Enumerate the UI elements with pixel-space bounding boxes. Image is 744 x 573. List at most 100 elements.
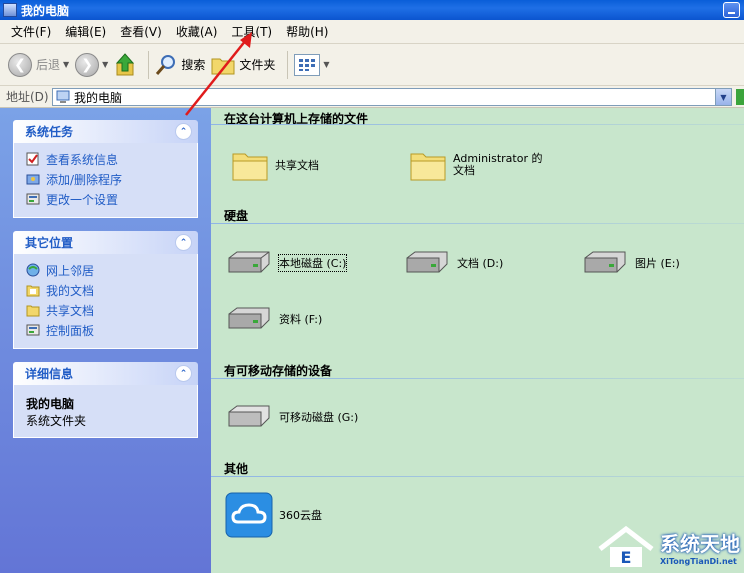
group-divider	[211, 124, 744, 125]
back-arrow-icon: ❮	[8, 52, 32, 77]
address-dropdown-icon[interactable]: ▼	[715, 89, 731, 105]
details-panel: 详细信息 ⌃ 我的电脑 系统文件夹	[13, 362, 198, 438]
address-label: 地址(D)	[6, 90, 49, 104]
item-label: Administrator 的文档	[453, 152, 543, 177]
menu-help[interactable]: 帮助(H)	[279, 23, 335, 40]
system-info-icon	[26, 152, 39, 166]
other-places-panel: 其它位置 ⌃ 网上邻居 我的文档 共享文档 控制面板	[13, 231, 198, 349]
place-my-documents[interactable]: 我的文档	[26, 280, 197, 300]
collapse-icon[interactable]: ⌃	[175, 234, 192, 251]
folders-button[interactable]: 文件夹	[211, 49, 275, 81]
go-button[interactable]	[736, 89, 744, 105]
search-label: 搜索	[181, 58, 206, 72]
place-label: 我的文档	[46, 283, 95, 298]
task-change-setting[interactable]: 更改一个设置	[26, 189, 197, 209]
panel-header[interactable]: 详细信息 ⌃	[13, 362, 198, 385]
place-label: 控制面板	[46, 323, 95, 338]
house-logo-icon: E	[598, 525, 654, 567]
collapse-icon[interactable]: ⌃	[175, 365, 192, 382]
watermark-main: 系统天地	[660, 532, 740, 556]
item-label: 共享文档	[275, 159, 319, 172]
detail-subtitle: 系统文件夹	[26, 414, 87, 428]
shared-folder-icon	[26, 305, 40, 317]
folder-item-admin-docs[interactable]: Administrator 的文档	[409, 148, 553, 182]
address-field[interactable]: 我的电脑 ▼	[52, 88, 732, 106]
task-label: 添加/删除程序	[46, 172, 123, 187]
drive-item-e[interactable]: 图片 (E:)	[581, 250, 680, 276]
views-dropdown-icon[interactable]: ▼	[323, 60, 329, 69]
menu-tools[interactable]: 工具(T)	[224, 23, 279, 40]
watermark: E 系统天地 XiTongTianDi.net	[596, 525, 740, 569]
menu-bar: 文件(F) 编辑(E) 查看(V) 收藏(A) 工具(T) 帮助(H)	[0, 20, 744, 44]
forward-dropdown-icon[interactable]: ▼	[102, 60, 108, 69]
toolbar-separator	[287, 50, 289, 79]
detail-title: 我的电脑	[26, 397, 75, 411]
task-add-remove-programs[interactable]: 添加/删除程序	[26, 169, 197, 189]
minimize-button[interactable]	[723, 2, 740, 18]
cloud-storage-icon	[225, 492, 273, 538]
item-label: 可移动磁盘 (G:)	[279, 411, 359, 424]
group-header-hard-drives: 硬盘	[224, 209, 249, 223]
up-folder-icon	[116, 52, 135, 75]
watermark-sub: XiTongTianDi.net	[660, 557, 737, 566]
menu-favorites[interactable]: 收藏(A)	[169, 23, 225, 40]
task-label: 更改一个设置	[46, 192, 119, 207]
place-shared-documents[interactable]: 共享文档	[26, 300, 197, 320]
toolbar: ❮ 后退 ▼ ❯ ▼ 搜索 文件夹 ▼	[0, 44, 744, 86]
place-label: 网上邻居	[46, 263, 95, 278]
panel-title: 详细信息	[25, 367, 74, 381]
group-divider	[211, 476, 744, 477]
title-bar: 我的电脑	[0, 0, 744, 20]
drive-item-c[interactable]: 本地磁盘 (C:)	[225, 250, 348, 276]
item-label: 文档 (D:)	[457, 257, 504, 270]
address-bar: 地址(D) 我的电脑 ▼	[0, 86, 744, 108]
folder-icon	[232, 153, 268, 181]
place-label: 共享文档	[46, 303, 95, 318]
panel-header[interactable]: 系统任务 ⌃	[13, 120, 198, 143]
back-button[interactable]: ❮ 后退 ▼	[8, 49, 69, 81]
group-header-other: 其他	[224, 462, 249, 476]
search-icon	[156, 54, 176, 75]
forward-button[interactable]: ❯ ▼	[75, 49, 108, 81]
add-remove-programs-icon	[26, 174, 40, 185]
item-label: 资料 (F:)	[279, 313, 323, 326]
folder-item-shared-docs[interactable]: 共享文档	[231, 148, 319, 182]
panel-title: 系统任务	[25, 125, 74, 139]
removable-disk-icon	[228, 405, 270, 427]
drive-item-g[interactable]: 可移动磁盘 (G:)	[225, 404, 358, 430]
item-label: 本地磁盘 (C:)	[277, 254, 348, 272]
network-icon	[26, 263, 40, 277]
back-dropdown-icon[interactable]: ▼	[63, 60, 69, 69]
menu-edit[interactable]: 编辑(E)	[58, 23, 113, 40]
back-label: 后退	[36, 58, 61, 72]
hard-drive-icon	[584, 251, 626, 273]
place-network-neighborhood[interactable]: 网上邻居	[26, 260, 197, 280]
item-label: 图片 (E:)	[635, 257, 680, 270]
computer-icon	[3, 3, 17, 17]
panel-header[interactable]: 其它位置 ⌃	[13, 231, 198, 254]
task-label: 查看系统信息	[46, 152, 119, 167]
panel-body: 我的电脑 系统文件夹	[13, 385, 198, 438]
toolbar-separator	[148, 50, 150, 79]
task-view-system-info[interactable]: 查看系统信息	[26, 149, 197, 169]
views-button[interactable]: ▼	[294, 49, 330, 81]
control-panel-icon	[26, 193, 40, 205]
search-button[interactable]: 搜索	[155, 49, 205, 81]
hard-drive-icon	[228, 307, 270, 329]
svg-text:E: E	[621, 548, 632, 567]
folder-icon	[211, 58, 235, 74]
place-control-panel[interactable]: 控制面板	[26, 320, 197, 340]
forward-arrow-icon: ❯	[75, 52, 100, 77]
folders-label: 文件夹	[239, 58, 276, 72]
cloud-item-360[interactable]: 360云盘	[225, 492, 322, 538]
drive-item-d[interactable]: 文档 (D:)	[403, 250, 503, 276]
menu-view[interactable]: 查看(V)	[113, 23, 169, 40]
up-folder-button[interactable]	[114, 49, 136, 81]
menu-file[interactable]: 文件(F)	[4, 23, 58, 40]
panel-title: 其它位置	[25, 236, 74, 250]
task-pane: 系统任务 ⌃ 查看系统信息 添加/删除程序 更改一个设置 其它位置 ⌃ 网上邻居…	[0, 108, 211, 573]
collapse-icon[interactable]: ⌃	[175, 123, 192, 140]
control-panel-icon	[26, 324, 40, 336]
drive-item-f[interactable]: 资料 (F:)	[225, 306, 322, 332]
panel-body: 查看系统信息 添加/删除程序 更改一个设置	[13, 143, 198, 218]
